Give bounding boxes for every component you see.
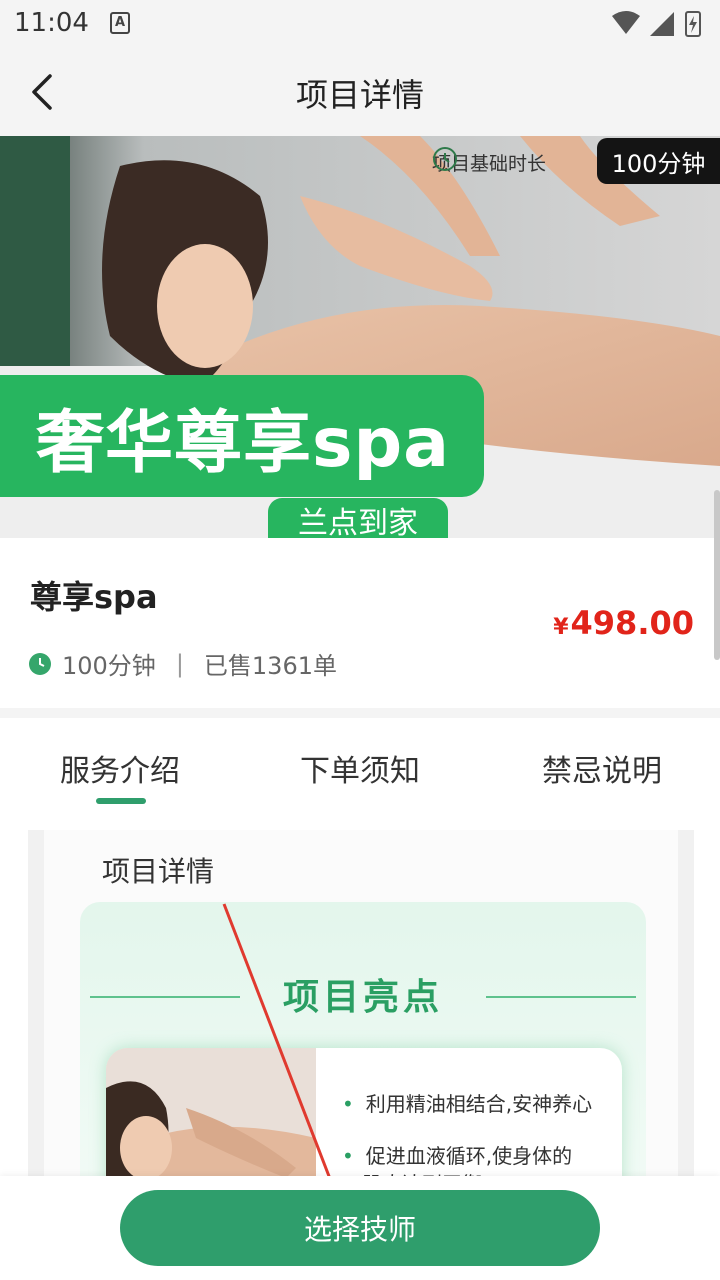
detail-section: 项目详情 项目亮点 利用精油相结合,安神养心 促进血液循环,使身体的 肌肉达到平… bbox=[0, 830, 720, 1218]
detail-title: 项目详情 bbox=[102, 855, 215, 888]
hero-image: 项目基础时长 100分钟 奢华尊享spa 兰点到家 bbox=[0, 136, 720, 538]
sold-count: 已售1361单 bbox=[203, 652, 337, 680]
divider-right bbox=[486, 996, 636, 998]
status-time: 11:04 bbox=[14, 8, 89, 38]
hero-banner-subtext: 兰点到家 bbox=[268, 498, 448, 538]
price-amount: 498.00 bbox=[570, 604, 694, 642]
service-name: 尊享spa bbox=[30, 578, 158, 616]
service-info: 尊享spa ¥498.00 100分钟 | 已售1361单 bbox=[0, 490, 720, 708]
service-duration: 100分钟 bbox=[62, 652, 156, 680]
status-icons bbox=[612, 11, 701, 37]
hero-banner-text: 奢华尊享spa bbox=[0, 375, 484, 497]
clock-icon bbox=[433, 147, 457, 171]
nav-bar: 项目详情 bbox=[0, 48, 720, 136]
bottom-bar: 选择技师 bbox=[0, 1176, 720, 1280]
scrollbar[interactable] bbox=[714, 490, 720, 660]
tab-bar: 服务介绍 下单须知 禁忌说明 bbox=[0, 718, 720, 830]
signal-icon bbox=[650, 12, 674, 36]
clock-icon bbox=[29, 652, 51, 675]
notification-icon: A bbox=[110, 12, 130, 34]
page-title: 项目详情 bbox=[295, 76, 424, 114]
status-bar: 11:04 A bbox=[0, 0, 720, 48]
tab-contraindications[interactable]: 禁忌说明 bbox=[542, 746, 662, 790]
duration-chip: 项目基础时长 bbox=[432, 146, 546, 178]
duration-badge: 100分钟 bbox=[597, 138, 720, 184]
price-symbol: ¥ bbox=[553, 615, 569, 640]
active-tab-indicator bbox=[96, 798, 146, 804]
select-technician-button[interactable]: 选择技师 bbox=[120, 1190, 600, 1266]
tab-service-intro[interactable]: 服务介绍 bbox=[60, 746, 180, 790]
meta-separator: | bbox=[175, 649, 184, 678]
tab-order-notes[interactable]: 下单须知 bbox=[300, 746, 420, 790]
highlight-bullet: 利用精油相结合,安神养心 bbox=[342, 1088, 592, 1117]
highlight-card: 项目亮点 利用精油相结合,安神养心 促进血液循环,使身体的 肌肉达到平衡 bbox=[80, 902, 646, 1218]
price: ¥498.00 bbox=[553, 604, 694, 642]
service-meta: 100分钟 | 已售1361单 bbox=[28, 646, 337, 681]
wifi-icon bbox=[612, 11, 640, 34]
highlight-title: 项目亮点 bbox=[282, 977, 443, 1018]
highlight-bullet: 促进血液循环,使身体的 bbox=[342, 1140, 572, 1169]
